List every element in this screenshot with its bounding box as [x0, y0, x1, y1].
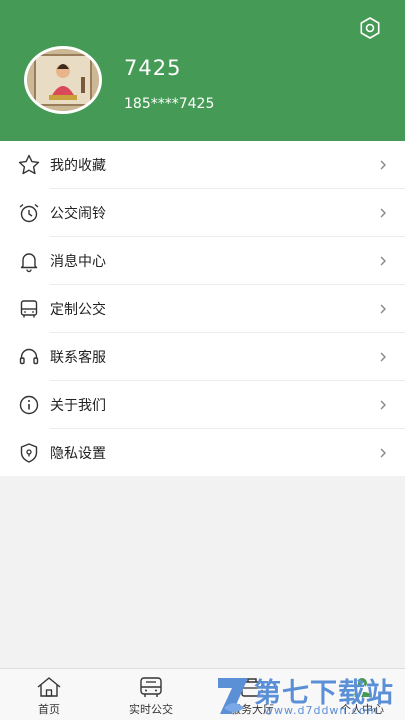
profile-header: 7425 185****7425 — [0, 0, 405, 141]
avatar[interactable] — [24, 46, 102, 114]
star-icon — [18, 154, 40, 175]
shield-icon — [20, 443, 38, 463]
avatar-image — [27, 49, 99, 111]
menu-item-custom-bus[interactable]: 定制公交 — [0, 285, 405, 333]
menu-item-about-us[interactable]: 关于我们 — [0, 381, 405, 429]
menu-item-label: 关于我们 — [50, 398, 106, 414]
watermark-url: www.d7ddwn.com — [264, 704, 379, 717]
chevron-right-icon — [380, 352, 386, 362]
menu-item-bus-alarm[interactable]: 公交闹铃 — [0, 189, 405, 237]
gear-icon — [360, 17, 380, 39]
chevron-right-icon — [380, 448, 386, 458]
phone-number: 185****7425 — [124, 96, 215, 112]
menu-item-label: 隐私设置 — [50, 446, 106, 462]
menu-item-customer-service[interactable]: 联系客服 — [0, 333, 405, 381]
menu-item-messages[interactable]: 消息中心 — [0, 237, 405, 285]
chevron-right-icon — [380, 256, 386, 266]
info-icon — [19, 395, 39, 415]
chevron-right-icon — [380, 160, 386, 170]
tab-home[interactable]: 首页 — [19, 669, 79, 720]
menu-item-favorites[interactable]: 我的收藏 — [0, 141, 405, 189]
tab-label: 首页 — [38, 703, 60, 716]
tab-label: 实时公交 — [129, 703, 173, 716]
bus-icon — [20, 300, 38, 318]
tab-realtime-bus[interactable]: 实时公交 — [121, 669, 181, 720]
chevron-right-icon — [380, 208, 386, 218]
chevron-right-icon — [380, 400, 386, 410]
settings-button[interactable] — [358, 16, 382, 40]
chevron-right-icon — [380, 304, 386, 314]
bus-icon — [140, 677, 162, 697]
menu-item-label: 消息中心 — [50, 254, 106, 270]
menu-list: 我的收藏 公交闹铃 消息中心 定制公交 联系客服 关于我们 隐私设置 — [0, 141, 405, 476]
bell-icon — [20, 253, 38, 273]
menu-item-label: 我的收藏 — [50, 158, 106, 174]
headset-icon — [19, 348, 39, 365]
watermark-logo — [218, 678, 248, 714]
menu-item-label: 定制公交 — [50, 302, 106, 318]
menu-item-privacy-settings[interactable]: 隐私设置 — [0, 429, 405, 477]
menu-item-label: 联系客服 — [50, 350, 106, 366]
home-icon — [37, 677, 61, 697]
username: 7425 — [124, 56, 182, 80]
alarm-clock-icon — [19, 203, 39, 223]
watermark: 第七下载站 www.d7ddwn.com — [212, 670, 405, 720]
menu-item-label: 公交闹铃 — [50, 206, 106, 222]
